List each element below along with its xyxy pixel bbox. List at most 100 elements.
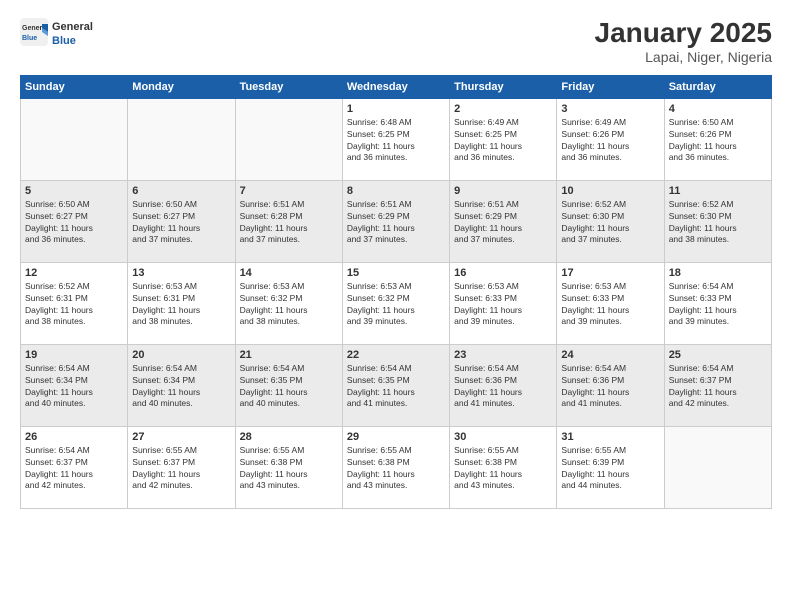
table-row: 18Sunrise: 6:54 AM Sunset: 6:33 PM Dayli… (664, 262, 771, 344)
day-info: Sunrise: 6:54 AM Sunset: 6:34 PM Dayligh… (25, 363, 123, 411)
day-number: 26 (25, 431, 123, 443)
day-info: Sunrise: 6:54 AM Sunset: 6:35 PM Dayligh… (347, 363, 445, 411)
table-row: 11 Sunrise: 6:52 AM Sunset: 6:30 PM Dayli… (664, 180, 771, 262)
day-info: Sunrise: 6:54 AM Sunset: 6:36 PM Dayligh… (561, 363, 659, 411)
day-info: Sunrise: 6:50 AM Sunset: 6:27 PM Dayligh… (25, 199, 123, 247)
day-info: Sunrise: 6:53 AM Sunset: 6:32 PM Dayligh… (240, 281, 338, 329)
table-row: 7 Sunrise: 6:51 AM Sunset: 6:28 PM Daylig… (235, 180, 342, 262)
day-info: Sunrise: 6:55 AM Sunset: 6:39 PM Dayligh… (561, 445, 659, 493)
day-number: 30 (454, 431, 552, 443)
logo-general-text: General (52, 21, 93, 34)
table-row: 14Sunrise: 6:53 AM Sunset: 6:32 PM Dayli… (235, 262, 342, 344)
table-row: 16 Sunrise: 6:53 AM Sunset: 6:33 PM Dayli… (450, 262, 557, 344)
day-number: 15 (347, 267, 445, 279)
day-number: 5 (25, 185, 123, 197)
day-info: Sunrise: 6:55 AM Sunset: 6:38 PM Dayligh… (454, 445, 552, 493)
header: General Blue General Blue January 2025 L… (20, 18, 772, 65)
day-number: 11 (669, 185, 767, 197)
day-info: Sunrise: 6:52 AM Sunset: 6:31 PM Dayligh… (25, 281, 123, 329)
day-number: 24 (561, 349, 659, 361)
day-info: Sunrise: 6:53 AM Sunset: 6:31 PM Dayligh… (132, 281, 230, 329)
table-row: 15 Sunrise: 6:53 AM Sunset: 6:32 PM Dayli… (342, 262, 449, 344)
day-number: 19 (25, 349, 123, 361)
calendar-subtitle: Lapai, Niger, Nigeria (595, 49, 772, 65)
day-number: 21 (240, 349, 338, 361)
day-number: 31 (561, 431, 659, 443)
calendar-header-row: Sunday Monday Tuesday Wednesday Thursday… (21, 75, 772, 98)
calendar-title: January 2025 (595, 18, 772, 49)
col-wednesday: Wednesday (342, 75, 449, 98)
day-number: 16 (454, 267, 552, 279)
day-info: Sunrise: 6:54 AM Sunset: 6:36 PM Dayligh… (454, 363, 552, 411)
table-row: 28 Sunrise: 6:55 AM Sunset: 6:38 PM Dayli… (235, 426, 342, 508)
day-number: 29 (347, 431, 445, 443)
table-row: 25 Sunrise: 6:54 AM Sunset: 6:37 PM Dayli… (664, 344, 771, 426)
day-info: Sunrise: 6:49 AM Sunset: 6:26 PM Dayligh… (561, 117, 659, 165)
day-info: Sunrise: 6:53 AM Sunset: 6:32 PM Dayligh… (347, 281, 445, 329)
table-row: 22Sunrise: 6:54 AM Sunset: 6:35 PM Dayli… (342, 344, 449, 426)
svg-text:Blue: Blue (22, 35, 37, 42)
table-row: 29Sunrise: 6:55 AM Sunset: 6:38 PM Dayli… (342, 426, 449, 508)
day-info: Sunrise: 6:50 AM Sunset: 6:26 PM Dayligh… (669, 117, 767, 165)
day-number: 2 (454, 103, 552, 115)
table-row: 8Sunrise: 6:51 AM Sunset: 6:29 PM Daylig… (342, 180, 449, 262)
day-number: 4 (669, 103, 767, 115)
day-number: 9 (454, 185, 552, 197)
day-info: Sunrise: 6:54 AM Sunset: 6:35 PM Dayligh… (240, 363, 338, 411)
calendar-week-row: 19 Sunrise: 6:54 AM Sunset: 6:34 PM Dayli… (21, 344, 772, 426)
table-row: 19 Sunrise: 6:54 AM Sunset: 6:34 PM Dayli… (21, 344, 128, 426)
day-info: Sunrise: 6:55 AM Sunset: 6:38 PM Dayligh… (240, 445, 338, 493)
logo-blue-text: Blue (52, 35, 93, 48)
day-info: Sunrise: 6:52 AM Sunset: 6:30 PM Dayligh… (669, 199, 767, 247)
day-number: 25 (669, 349, 767, 361)
day-info: Sunrise: 6:51 AM Sunset: 6:28 PM Dayligh… (240, 199, 338, 247)
calendar-week-row: 26 Sunrise: 6:54 AM Sunset: 6:37 PM Dayli… (21, 426, 772, 508)
calendar-week-row: 12 Sunrise: 6:52 AM Sunset: 6:31 PM Dayli… (21, 262, 772, 344)
calendar-table: Sunday Monday Tuesday Wednesday Thursday… (20, 75, 772, 509)
table-row: 20Sunrise: 6:54 AM Sunset: 6:34 PM Dayli… (128, 344, 235, 426)
day-number: 28 (240, 431, 338, 443)
day-info: Sunrise: 6:53 AM Sunset: 6:33 PM Dayligh… (561, 281, 659, 329)
day-number: 7 (240, 185, 338, 197)
table-row: 9Sunrise: 6:51 AM Sunset: 6:29 PM Daylig… (450, 180, 557, 262)
day-number: 3 (561, 103, 659, 115)
table-row: 24 Sunrise: 6:54 AM Sunset: 6:36 PM Dayli… (557, 344, 664, 426)
table-row: 21 Sunrise: 6:54 AM Sunset: 6:35 PM Dayli… (235, 344, 342, 426)
day-number: 6 (132, 185, 230, 197)
table-row: 4 Sunrise: 6:50 AM Sunset: 6:26 PM Daylig… (664, 98, 771, 180)
col-sunday: Sunday (21, 75, 128, 98)
table-row: 23 Sunrise: 6:54 AM Sunset: 6:36 PM Dayli… (450, 344, 557, 426)
day-info: Sunrise: 6:54 AM Sunset: 6:37 PM Dayligh… (669, 363, 767, 411)
day-number: 1 (347, 103, 445, 115)
table-row: 27Sunrise: 6:55 AM Sunset: 6:37 PM Dayli… (128, 426, 235, 508)
day-info: Sunrise: 6:54 AM Sunset: 6:37 PM Dayligh… (25, 445, 123, 493)
page: General Blue General Blue January 2025 L… (0, 0, 792, 612)
day-info: Sunrise: 6:55 AM Sunset: 6:37 PM Dayligh… (132, 445, 230, 493)
table-row: 1 Sunrise: 6:48 AM Sunset: 6:25 PM Daylig… (342, 98, 449, 180)
calendar-week-row: 1 Sunrise: 6:48 AM Sunset: 6:25 PM Daylig… (21, 98, 772, 180)
table-row: 10Sunrise: 6:52 AM Sunset: 6:30 PM Dayli… (557, 180, 664, 262)
day-info: Sunrise: 6:48 AM Sunset: 6:25 PM Dayligh… (347, 117, 445, 165)
table-row (128, 98, 235, 180)
col-thursday: Thursday (450, 75, 557, 98)
day-info: Sunrise: 6:49 AM Sunset: 6:25 PM Dayligh… (454, 117, 552, 165)
table-row: 31 Sunrise: 6:55 AM Sunset: 6:39 PM Dayli… (557, 426, 664, 508)
table-row: 3 Sunrise: 6:49 AM Sunset: 6:26 PM Daylig… (557, 98, 664, 180)
col-tuesday: Tuesday (235, 75, 342, 98)
day-number: 13 (132, 267, 230, 279)
table-row: 13 Sunrise: 6:53 AM Sunset: 6:31 PM Dayli… (128, 262, 235, 344)
col-friday: Friday (557, 75, 664, 98)
day-info: Sunrise: 6:54 AM Sunset: 6:34 PM Dayligh… (132, 363, 230, 411)
day-number: 12 (25, 267, 123, 279)
day-info: Sunrise: 6:51 AM Sunset: 6:29 PM Dayligh… (347, 199, 445, 247)
day-info: Sunrise: 6:53 AM Sunset: 6:33 PM Dayligh… (454, 281, 552, 329)
day-number: 23 (454, 349, 552, 361)
day-info: Sunrise: 6:50 AM Sunset: 6:27 PM Dayligh… (132, 199, 230, 247)
table-row: 6 Sunrise: 6:50 AM Sunset: 6:27 PM Daylig… (128, 180, 235, 262)
day-number: 10 (561, 185, 659, 197)
table-row: 26 Sunrise: 6:54 AM Sunset: 6:37 PM Dayli… (21, 426, 128, 508)
logo: General Blue General Blue (20, 18, 93, 51)
table-row: 5 Sunrise: 6:50 AM Sunset: 6:27 PM Daylig… (21, 180, 128, 262)
day-number: 17 (561, 267, 659, 279)
day-number: 18 (669, 267, 767, 279)
